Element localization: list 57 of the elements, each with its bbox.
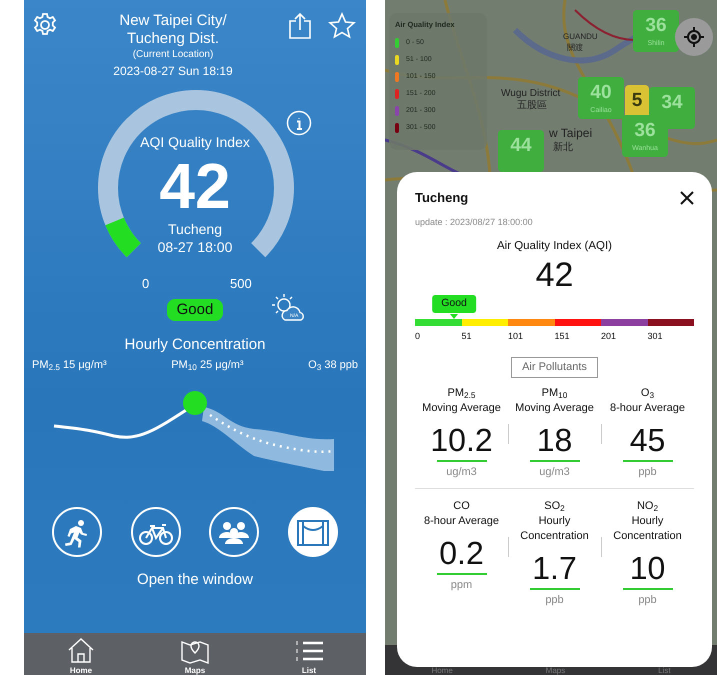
pollutant-value: 18	[536, 422, 574, 458]
scale-min: 0	[142, 275, 150, 293]
scale-label: 151	[554, 330, 571, 343]
reading-time: 08-27 18:00	[156, 240, 234, 255]
place-label: 新北	[553, 142, 573, 153]
pollutant-name: SO$_{2}$	[543, 498, 566, 514]
pollutant-unit: ppb	[637, 464, 658, 480]
pollutant-period: Moving Average	[421, 400, 502, 416]
advice-text: Open the window	[136, 570, 254, 590]
pollutant-value: 10.2	[429, 422, 494, 458]
location-title: New Taipei City/	[118, 12, 228, 30]
status-label: Good	[432, 294, 476, 312]
scale-label: 0	[415, 330, 422, 343]
pollutant-unit: ppb	[637, 592, 658, 608]
pollutant-period: 8-hour Average	[422, 514, 500, 529]
aqi-value: 42	[158, 153, 232, 219]
pollutant-name: PM$_{2.5}$	[446, 386, 476, 401]
pollutant-period: Hourly Concentration	[519, 514, 590, 544]
pollutant-name: NO$_{2}$	[636, 498, 660, 514]
pollutant-value: 10	[628, 550, 666, 586]
scale-label: 101	[508, 330, 524, 343]
location-title: Tucheng Dist.	[126, 30, 220, 48]
status-label: Good	[166, 299, 224, 321]
pollutant-unit: ppb	[544, 592, 565, 608]
scale-label: 51	[462, 330, 473, 343]
scale-max: 500	[230, 275, 252, 293]
date-time: 2023-08-27 Sun 18:19	[113, 63, 233, 80]
pollutant-name: PM$_{10}$	[540, 386, 568, 401]
pollutant-unit: ug/m3	[445, 464, 478, 480]
station-name: Tucheng	[415, 189, 468, 208]
pollutant-unit: ug/m3	[538, 464, 571, 480]
aqi-title: Air Quality Index (AQI)	[496, 238, 614, 254]
pollutant-value: 0.2	[438, 534, 485, 571]
scale-label: 301	[648, 330, 664, 343]
place-label: 關渡	[567, 42, 583, 53]
location-note: (Current Location)	[132, 48, 214, 62]
place-label: Wugu District	[501, 88, 560, 99]
pollutant-name: CO	[452, 498, 471, 514]
aqi-value: 42	[534, 254, 574, 295]
pollutant-value: 45	[628, 422, 666, 458]
place-label: 五股區	[517, 100, 547, 111]
pollutant-reading: O$_{3}$ 38 ppb	[308, 358, 358, 373]
update-time: update : 2023/08/27 18:00:00	[415, 216, 534, 229]
gauge-title: AQI Quality Index	[139, 133, 251, 152]
pollutant-reading: PM$_{10}$ 25 μg/m³	[171, 358, 244, 373]
station-name: Tucheng	[167, 220, 223, 239]
place-label: GUANDU	[563, 31, 598, 42]
pollutant-name: O$_{3}$	[640, 386, 656, 401]
pollutant-period: 8-hour Average	[608, 400, 686, 416]
pollutant-unit: ppm	[450, 578, 474, 593]
section-title: Hourly Concentration	[124, 335, 266, 355]
scale-label: 201	[601, 330, 618, 343]
place-label: w Taipei	[549, 128, 592, 139]
pollutant-period: Hourly Concentration	[612, 514, 683, 544]
pollutant-period: Moving Average	[514, 400, 595, 416]
pollutant-value: 1.7	[531, 550, 578, 586]
pollutant-reading: PM$_{2.5}$ 15 μg/m³	[32, 358, 107, 373]
